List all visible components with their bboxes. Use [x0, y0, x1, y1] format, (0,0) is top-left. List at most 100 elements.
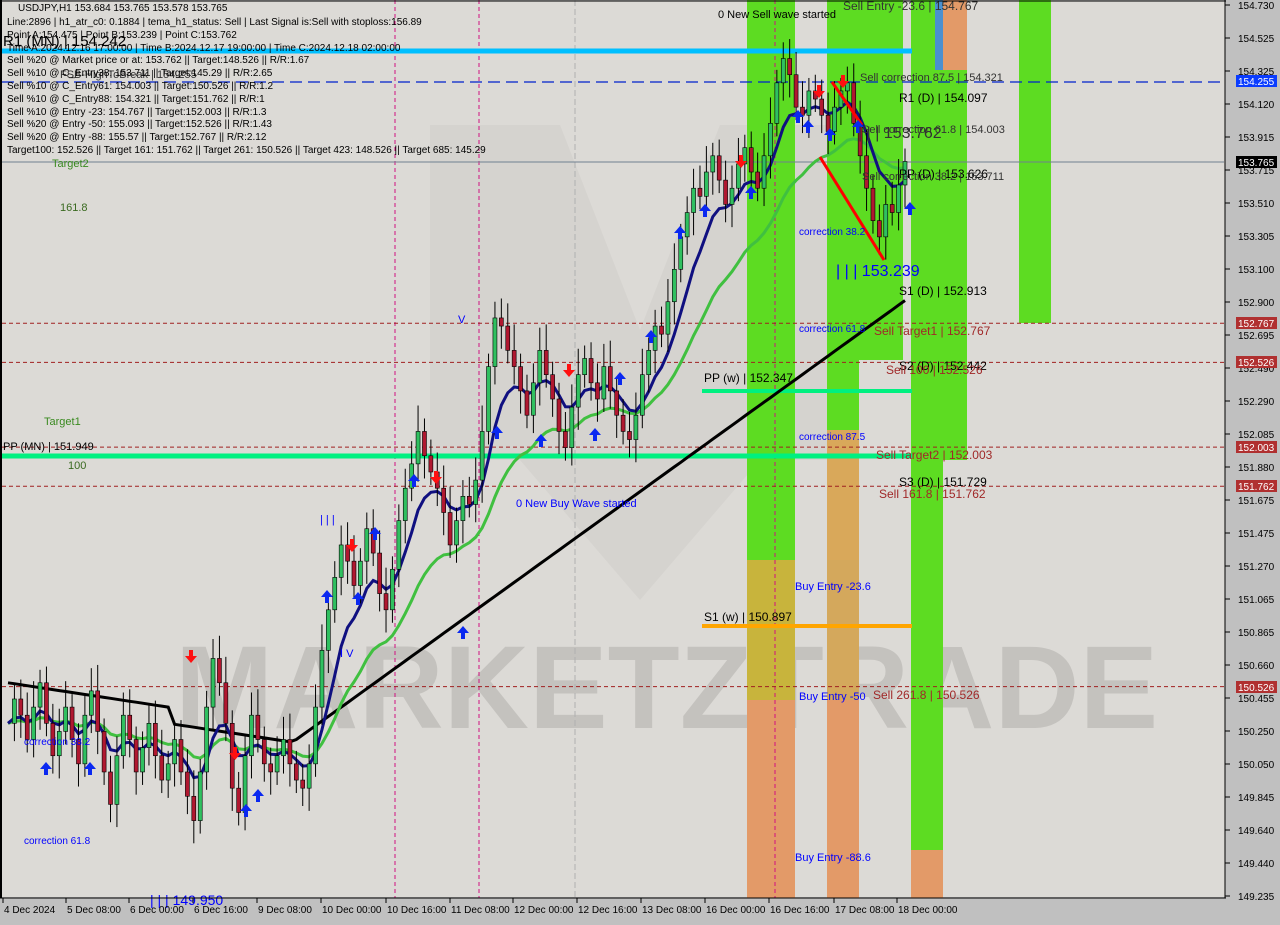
y-tick-label: 152.290 — [1238, 397, 1275, 408]
candle-bull — [12, 698, 17, 724]
x-tick-label: 9 Dec 08:00 — [258, 905, 312, 916]
price-tag-label: 152.003 — [1238, 443, 1275, 454]
candle-bull — [114, 755, 120, 805]
price-tag-label: 152.526 — [1238, 358, 1275, 369]
zone-band — [747, 560, 795, 700]
candle-bull — [832, 106, 837, 132]
annotation-label: Buy Entry -88.6 — [795, 852, 871, 864]
candle-bull — [88, 690, 94, 716]
symbol-header: USDJPY,H1 153.684 153.765 153.578 153.76… — [18, 3, 228, 14]
candle-bull — [415, 431, 421, 465]
annotation-label: 100 — [68, 460, 86, 472]
info-line: Sell %10 @ C_Entry61: 154.003 || Target:… — [7, 81, 274, 92]
y-tick-label: 153.305 — [1238, 232, 1275, 243]
y-tick-label: 150.660 — [1238, 661, 1275, 672]
candle-bull — [575, 374, 581, 408]
y-tick-label: 153.915 — [1238, 133, 1275, 144]
candle-bear — [69, 706, 75, 740]
annotation-label: | | | 153.239 — [836, 263, 920, 280]
x-tick-label: 6 Dec 16:00 — [194, 905, 248, 916]
candle-bull — [306, 763, 312, 789]
candle-bull — [704, 171, 709, 197]
annotation-label: correction 61.8 — [24, 836, 91, 847]
candle-bull — [684, 212, 690, 238]
y-tick-label: 151.675 — [1238, 496, 1275, 507]
candle-bear — [607, 366, 613, 392]
candle-bear — [108, 771, 113, 805]
candle-bull — [729, 187, 735, 205]
candle-bear — [441, 487, 446, 513]
candle-bear — [511, 350, 517, 367]
candle-bear — [505, 325, 511, 351]
candle-bear — [819, 98, 825, 116]
candle-bull — [396, 520, 402, 570]
candle-bull — [569, 406, 575, 448]
annotation-label: I V — [340, 648, 354, 660]
candle-bull — [332, 577, 338, 611]
info-line: Sell %20 @ Entry -88: 155.57 || Target:1… — [7, 132, 267, 144]
candle-bear — [556, 398, 562, 432]
x-tick-label: 10 Dec 16:00 — [387, 905, 447, 916]
info-line: Sell %20 @ Entry -50: 155.093 || Target:… — [7, 119, 272, 131]
candle-bear — [268, 763, 273, 773]
annotation-label: correction 38.2 — [799, 227, 866, 238]
y-tick-label: 150.050 — [1238, 760, 1275, 771]
candle-bear — [191, 795, 197, 821]
y-tick-label: 149.640 — [1238, 826, 1275, 837]
candle-bear — [614, 390, 619, 416]
x-tick-label: 5 Dec 08:00 — [67, 905, 121, 916]
candle-bear — [877, 220, 882, 238]
candle-bull — [806, 90, 812, 116]
chart-window[interactable]: MARKETZTRADE 0 New Sell wave started Sell… — [0, 0, 1280, 920]
candle-bear — [447, 512, 453, 546]
candle-bull — [672, 269, 677, 303]
price-tag-label: 151.762 — [1238, 482, 1275, 493]
info-line: Sell %10 @ Entry -23: 154.767 || Target:… — [7, 106, 267, 118]
zone-band — [747, 700, 795, 898]
zone-band — [827, 700, 859, 898]
y-tick-label: 150.865 — [1238, 628, 1275, 639]
candle-bull — [774, 82, 780, 124]
level-label: S1 (w) | 150.897 — [704, 610, 792, 624]
candle-bull — [37, 682, 43, 708]
y-tick-label: 151.880 — [1238, 463, 1275, 474]
candle-bear — [24, 714, 30, 740]
candle-bear — [255, 714, 261, 740]
candle-bull — [486, 366, 491, 432]
candle-bear — [294, 763, 299, 781]
candle-bear — [755, 171, 760, 189]
info-line: Sell %10 @ C_Entry38: 153.711 || Target:… — [7, 68, 273, 80]
y-tick-label: 154.730 — [1238, 1, 1275, 12]
level-label: Sell 161.8 | 151.762 — [879, 487, 986, 501]
candle-bear — [261, 739, 267, 765]
y-tick-label: 149.235 — [1238, 892, 1275, 903]
candle-bull — [492, 317, 498, 367]
candle-bear — [627, 431, 632, 440]
candle-bear — [300, 779, 306, 789]
candle-bull — [121, 714, 126, 757]
candle-bear — [697, 187, 703, 197]
y-tick-label: 149.845 — [1238, 793, 1275, 804]
candle-bull — [249, 714, 254, 757]
candle-bull — [640, 374, 645, 416]
candle-bear — [383, 593, 389, 611]
candle-bull — [402, 487, 408, 521]
zone-band — [911, 850, 943, 898]
annotation-label: | | | 153.762 — [858, 125, 942, 142]
candle-bear — [620, 414, 626, 432]
y-tick-label: 151.065 — [1238, 595, 1275, 606]
candle-bear — [659, 325, 664, 335]
candle-bear — [101, 731, 107, 773]
annotation-label: Buy Entry -50 — [799, 691, 866, 703]
candle-bull — [582, 358, 587, 375]
x-axis[interactable]: 4 Dec 2024 5 Dec 08:00 6 Dec 00:00 6 Dec 16… — [2, 898, 958, 916]
candle-bull — [633, 414, 639, 440]
annotation-label: correction 61.8 — [799, 324, 866, 335]
candle-bull — [197, 771, 203, 821]
candle-bull — [146, 723, 152, 748]
y-tick-label: 152.085 — [1238, 430, 1275, 441]
candle-bull — [652, 325, 658, 351]
annotation-label: 0 New Sell wave started — [718, 9, 836, 21]
candle-bull — [242, 755, 248, 813]
annotation-label: correction 87.5 — [799, 432, 866, 443]
